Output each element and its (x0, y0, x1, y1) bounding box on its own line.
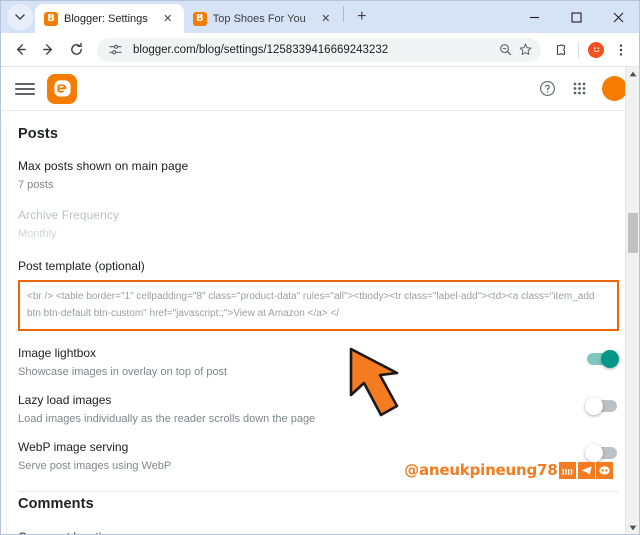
reload-icon (70, 42, 82, 55)
url-text[interactable]: blogger.com/blog/settings/12583394166692… (133, 44, 495, 56)
tab-blogger-settings[interactable]: B Blogger: Settings ✕ (35, 4, 184, 33)
minimize-button[interactable] (513, 1, 555, 33)
user-avatar[interactable] (602, 76, 627, 101)
bookmark-star-icon[interactable] (515, 40, 535, 60)
setting-comment-location[interactable]: Comment location (18, 530, 619, 534)
post-template-field[interactable]: <br /> <table border="1" cellpadding="8"… (18, 280, 619, 331)
setting-value: 7 posts (18, 179, 54, 191)
tab-strip: B Blogger: Settings ✕ B Top Shoes For Yo… (1, 1, 639, 33)
site-settings-icon[interactable] (105, 40, 125, 60)
telegram-badge-icon (577, 461, 595, 479)
blogger-logo-icon[interactable] (47, 73, 77, 104)
new-tab-button[interactable]: + (349, 4, 375, 30)
chevron-down-icon (15, 14, 25, 20)
toggle-text-group: Image lightbox Showcase images in overla… (18, 346, 587, 378)
scroll-up-arrow[interactable] (626, 67, 639, 81)
tab-top-shoes-for-you[interactable]: B Top Shoes For You ✕ (183, 4, 342, 33)
back-arrow-icon (16, 44, 26, 55)
close-icon (613, 12, 623, 22)
toolbar-divider (578, 41, 579, 58)
steemit-badge-icon (559, 461, 576, 479)
blogger-b-glyph (53, 80, 71, 97)
scroll-down-arrow[interactable] (626, 521, 639, 534)
toggle-label: WebP image serving (18, 440, 129, 454)
setting-label: Max posts shown on main page (18, 159, 189, 173)
tab-title: Top Shoes For You (212, 12, 306, 25)
toggle-switch-image-lightbox[interactable] (587, 350, 619, 368)
toggle-label: Image lightbox (18, 346, 97, 360)
toggle-knob (585, 444, 603, 462)
blogger-app-header (1, 67, 639, 111)
browser-window: B Blogger: Settings ✕ B Top Shoes For Yo… (0, 0, 640, 535)
setting-image-lightbox[interactable]: Image lightbox Showcase images in overla… (18, 346, 619, 378)
toggle-description: Showcase images in overlay on top of pos… (18, 366, 228, 378)
setting-max-posts[interactable]: Max posts shown on main page 7 posts (18, 159, 619, 191)
watermark: @aneukpineung78 (404, 461, 613, 479)
back-button[interactable] (7, 37, 33, 63)
tab-favicon: B (192, 11, 207, 26)
three-dot-menu-icon[interactable] (609, 38, 633, 62)
toggle-knob (585, 397, 603, 415)
tab-divider (342, 6, 344, 22)
section-divider (18, 491, 619, 492)
toggle-text-group: Lazy load images Load images individuall… (18, 393, 587, 425)
discord-badge-icon (596, 461, 613, 479)
maximize-button[interactable] (555, 1, 597, 33)
maximize-icon (570, 11, 582, 23)
toggle-switch-lazy-load-images[interactable] (585, 397, 617, 415)
tab-favicon: B (44, 11, 58, 26)
address-bar[interactable]: blogger.com/blog/settings/12583394166692… (97, 37, 541, 62)
close-window-button[interactable] (597, 1, 639, 33)
minimize-icon (529, 16, 539, 18)
page-scrollbar[interactable] (625, 67, 639, 534)
scrollbar-thumb[interactable] (628, 213, 638, 253)
tab-title: Blogger: Settings (64, 12, 148, 25)
tab-close-button[interactable]: ✕ (160, 11, 176, 27)
reload-button[interactable] (63, 37, 89, 63)
toolbar-right-icons (549, 38, 633, 62)
page-viewport: Posts Max posts shown on main page 7 pos… (1, 67, 639, 534)
post-template-label: Post template (optional) (18, 259, 145, 273)
extensions-puzzle-icon[interactable] (549, 38, 573, 62)
comments-section-title: Comments (18, 496, 94, 512)
setting-lazy-load-images[interactable]: Lazy load images Load images individuall… (18, 393, 619, 425)
tab-close-button[interactable]: ✕ (318, 11, 334, 27)
apps-grid-icon[interactable] (566, 76, 592, 102)
toggle-switch-webp-image-serving[interactable] (585, 444, 617, 462)
comments-section: Comments Comment location (18, 496, 619, 534)
menu-icon[interactable] (15, 82, 35, 95)
setting-value: Monthly (18, 228, 57, 240)
watermark-handle: @aneukpineung78 (404, 461, 558, 479)
help-icon[interactable] (534, 76, 560, 102)
browser-toolbar: blogger.com/blog/settings/12583394166692… (1, 33, 639, 67)
zoom-icon[interactable] (495, 40, 515, 60)
toggle-knob (601, 350, 619, 368)
page-title: Posts (18, 126, 58, 142)
profile-avatar-icon[interactable] (584, 38, 608, 62)
setting-archive-frequency: Archive Frequency Monthly (18, 208, 619, 240)
forward-button[interactable] (35, 37, 61, 63)
forward-arrow-icon (42, 44, 52, 55)
toggle-description: Load images individually as the reader s… (18, 413, 316, 425)
toggle-label: Lazy load images (18, 393, 112, 407)
tab-search-button[interactable] (7, 4, 33, 30)
window-controls (513, 1, 639, 33)
setting-label: Archive Frequency (18, 208, 119, 222)
